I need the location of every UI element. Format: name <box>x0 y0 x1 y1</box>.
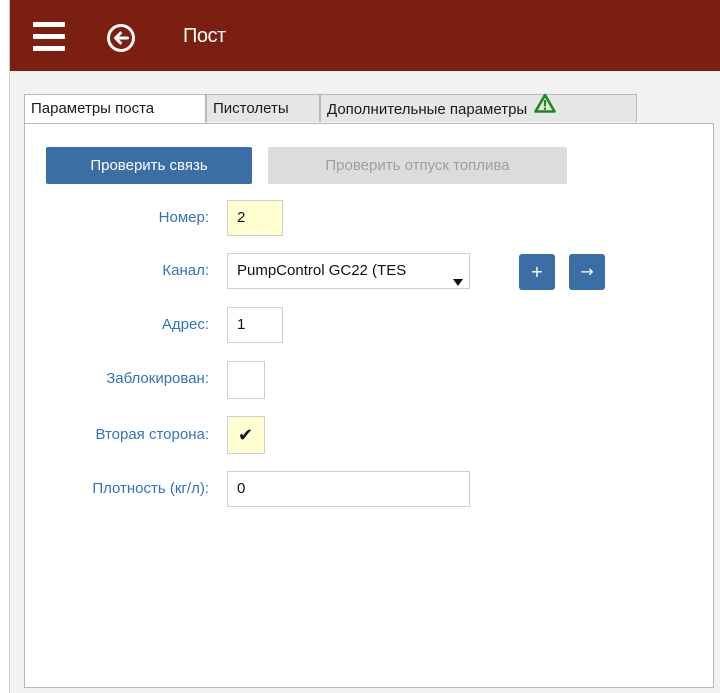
dropdown-arrow-icon <box>453 266 463 288</box>
tab-label: Дополнительные параметры <box>327 100 528 118</box>
tab-additional-parameters[interactable]: Дополнительные параметры <box>320 93 637 123</box>
address-label: Адрес: <box>161 316 209 333</box>
page-title: Пост <box>183 25 226 47</box>
app-header: Пост <box>10 0 720 71</box>
tab-content-panel: Проверить связь Проверить отпуск топлива… <box>24 123 714 688</box>
second-side-label: Вторая сторона: <box>95 426 209 443</box>
second-side-checkbox[interactable]: ✔ <box>227 416 265 454</box>
tab-post-parameters[interactable]: Параметры поста <box>24 94 206 124</box>
address-field[interactable]: 1 <box>227 307 283 343</box>
warning-triangle-icon <box>534 93 557 123</box>
tab-label: Пистолеты <box>213 100 289 117</box>
density-field[interactable]: 0 <box>227 471 470 507</box>
add-channel-button[interactable]: + <box>519 254 555 290</box>
blocked-checkbox[interactable] <box>227 361 265 399</box>
app-window: Пост Параметры поста Пистолеты Дополните… <box>9 0 720 693</box>
tab-nozzles[interactable]: Пистолеты <box>206 94 320 122</box>
checkmark-icon: ✔ <box>238 425 254 446</box>
check-fuel-dispense-button[interactable]: Проверить отпуск топлива <box>268 147 567 184</box>
go-to-channel-button[interactable]: → <box>569 254 605 290</box>
tab-label: Параметры поста <box>31 100 155 117</box>
check-connection-button[interactable]: Проверить связь <box>46 147 252 184</box>
number-field[interactable]: 2 <box>227 200 283 236</box>
number-label: Номер: <box>158 209 209 226</box>
channel-select[interactable]: PumpControl GC22 (TES <box>227 253 470 289</box>
density-label: Плотность (кг/л): <box>92 480 209 497</box>
channel-select-value: PumpControl GC22 (TES <box>237 262 407 279</box>
back-arrow-circle-icon[interactable] <box>106 23 136 53</box>
blocked-label: Заблокирован: <box>106 370 209 387</box>
channel-label: Канал: <box>162 262 209 279</box>
hamburger-menu-icon[interactable] <box>33 22 65 52</box>
